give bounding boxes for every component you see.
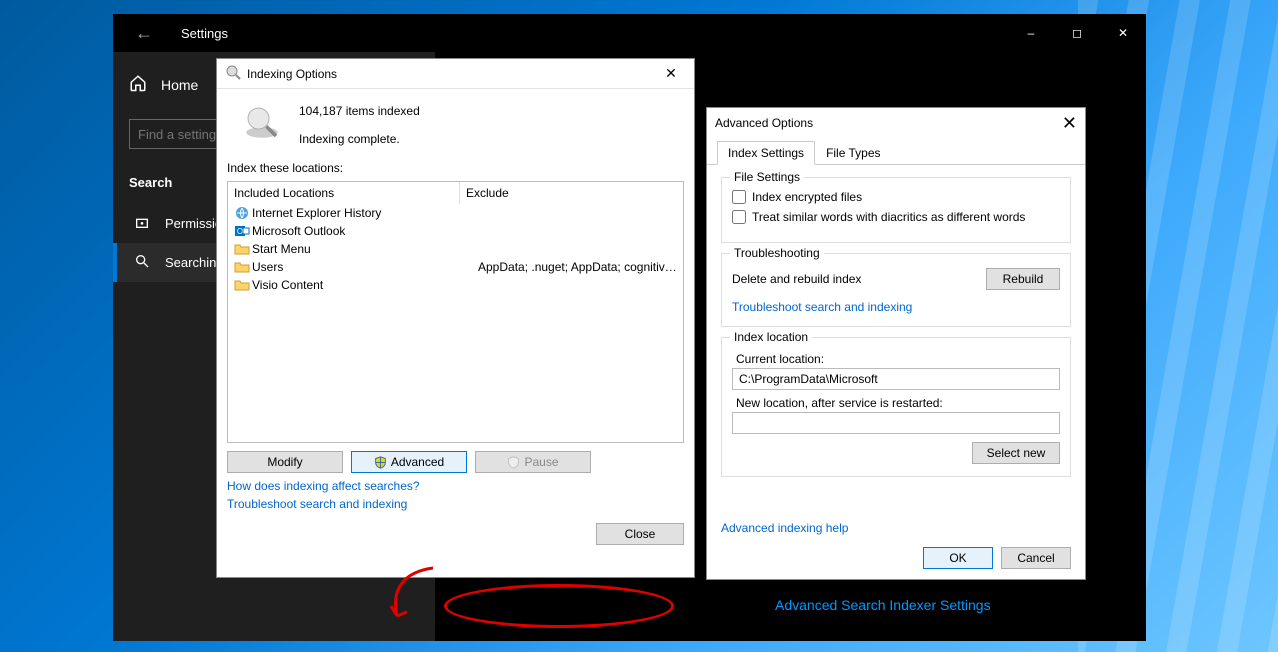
advanced-indexing-help-link[interactable]: Advanced indexing help bbox=[721, 521, 848, 535]
indexing-big-icon bbox=[241, 101, 283, 146]
back-arrow-icon[interactable]: ← bbox=[135, 23, 153, 44]
file-settings-label: File Settings bbox=[730, 170, 804, 184]
row-name: Visio Content bbox=[252, 278, 478, 292]
advanced-title: Advanced Options bbox=[715, 116, 813, 130]
svg-text:O: O bbox=[237, 227, 243, 236]
shield-icon bbox=[507, 456, 520, 469]
how-indexing-affects-link[interactable]: How does indexing affect searches? bbox=[227, 479, 684, 493]
cancel-button[interactable]: Cancel bbox=[1001, 547, 1071, 569]
advanced-titlebar: Advanced Options ✕ bbox=[707, 108, 1085, 138]
settings-title: Settings bbox=[181, 26, 228, 41]
sidebar-home-label: Home bbox=[161, 77, 198, 93]
col-exclude[interactable]: Exclude bbox=[460, 182, 683, 204]
table-row[interactable]: O Microsoft Outlook bbox=[228, 222, 683, 240]
current-location-label: Current location: bbox=[736, 352, 1060, 366]
diacritics-label: Treat similar words with diacritics as d… bbox=[752, 210, 1025, 224]
table-row[interactable]: Start Menu bbox=[228, 240, 683, 258]
items-indexed-count: 104,187 items indexed bbox=[299, 103, 420, 119]
home-icon bbox=[129, 74, 147, 95]
indexing-status: Indexing complete. bbox=[299, 131, 420, 147]
diacritics-row[interactable]: Treat similar words with diacritics as d… bbox=[732, 210, 1060, 224]
encrypted-files-checkbox[interactable] bbox=[732, 190, 746, 204]
encrypted-files-label: Index encrypted files bbox=[752, 190, 862, 204]
table-row[interactable]: Visio Content bbox=[228, 276, 683, 294]
diacritics-checkbox[interactable] bbox=[732, 210, 746, 224]
advanced-button-label: Advanced bbox=[391, 455, 444, 469]
folder-icon bbox=[234, 277, 250, 293]
row-name: Users bbox=[252, 260, 478, 274]
ok-button[interactable]: OK bbox=[923, 547, 993, 569]
search-icon bbox=[133, 253, 151, 272]
index-location-group: Index location Current location: C:\Prog… bbox=[721, 337, 1071, 477]
indexing-title-icon bbox=[225, 64, 241, 83]
permissions-icon bbox=[133, 214, 151, 233]
tab-index-settings[interactable]: Index Settings bbox=[717, 141, 815, 165]
settings-titlebar: ← Settings – ◻ ✕ bbox=[113, 14, 1146, 52]
troubleshoot-link[interactable]: Troubleshoot search and indexing bbox=[227, 497, 684, 511]
rebuild-button[interactable]: Rebuild bbox=[986, 268, 1060, 290]
minimize-button[interactable]: – bbox=[1008, 14, 1054, 52]
current-location-value: C:\ProgramData\Microsoft bbox=[732, 368, 1060, 390]
indexing-title: Indexing Options bbox=[247, 67, 337, 81]
row-exclude: AppData; .nuget; AppData; cognitive-serv… bbox=[478, 260, 677, 274]
troubleshooting-label: Troubleshooting bbox=[730, 246, 824, 260]
select-new-button[interactable]: Select new bbox=[972, 442, 1060, 464]
row-name: Microsoft Outlook bbox=[252, 224, 478, 238]
row-name: Start Menu bbox=[252, 242, 478, 256]
close-button[interactable]: Close bbox=[596, 523, 684, 545]
advanced-close-button[interactable]: ✕ bbox=[1047, 113, 1077, 134]
maximize-button[interactable]: ◻ bbox=[1054, 14, 1100, 52]
folder-icon bbox=[234, 259, 250, 275]
col-included[interactable]: Included Locations bbox=[228, 182, 460, 204]
index-locations-label: Index these locations: bbox=[227, 161, 684, 175]
indexing-titlebar: Indexing Options ✕ bbox=[217, 59, 694, 89]
modify-button[interactable]: Modify bbox=[227, 451, 343, 473]
troubleshoot-search-link[interactable]: Troubleshoot search and indexing bbox=[732, 300, 912, 314]
rebuild-label: Delete and rebuild index bbox=[732, 272, 861, 286]
new-location-label: New location, after service is restarted… bbox=[736, 396, 1060, 410]
row-name: Internet Explorer History bbox=[252, 206, 478, 220]
file-settings-group: File Settings Index encrypted files Trea… bbox=[721, 177, 1071, 243]
shield-icon bbox=[374, 456, 387, 469]
outlook-icon: O bbox=[234, 223, 250, 239]
pause-button[interactable]: Pause bbox=[475, 451, 591, 473]
indexing-close-button[interactable]: ✕ bbox=[656, 65, 686, 82]
advanced-button[interactable]: Advanced bbox=[351, 451, 467, 473]
advanced-options-dialog: Advanced Options ✕ Index Settings File T… bbox=[706, 107, 1086, 580]
table-row[interactable]: Internet Explorer History bbox=[228, 204, 683, 222]
folder-icon bbox=[234, 241, 250, 257]
troubleshooting-group: Troubleshooting Delete and rebuild index… bbox=[721, 253, 1071, 327]
advanced-tabs: Index Settings File Types bbox=[707, 140, 1085, 165]
new-location-value bbox=[732, 412, 1060, 434]
tab-file-types[interactable]: File Types bbox=[815, 141, 891, 165]
close-button[interactable]: ✕ bbox=[1100, 14, 1146, 52]
table-row[interactable]: UsersAppData; .nuget; AppData; cognitive… bbox=[228, 258, 683, 276]
encrypted-files-row[interactable]: Index encrypted files bbox=[732, 190, 1060, 204]
ie-icon bbox=[234, 205, 250, 221]
index-location-label: Index location bbox=[730, 330, 812, 344]
pause-button-label: Pause bbox=[524, 455, 558, 469]
indexing-options-dialog: Indexing Options ✕ 104,187 items indexed… bbox=[216, 58, 695, 578]
locations-table: Included Locations Exclude Internet Expl… bbox=[227, 181, 684, 443]
advanced-indexer-link[interactable]: Advanced Search Indexer Settings bbox=[775, 597, 991, 613]
